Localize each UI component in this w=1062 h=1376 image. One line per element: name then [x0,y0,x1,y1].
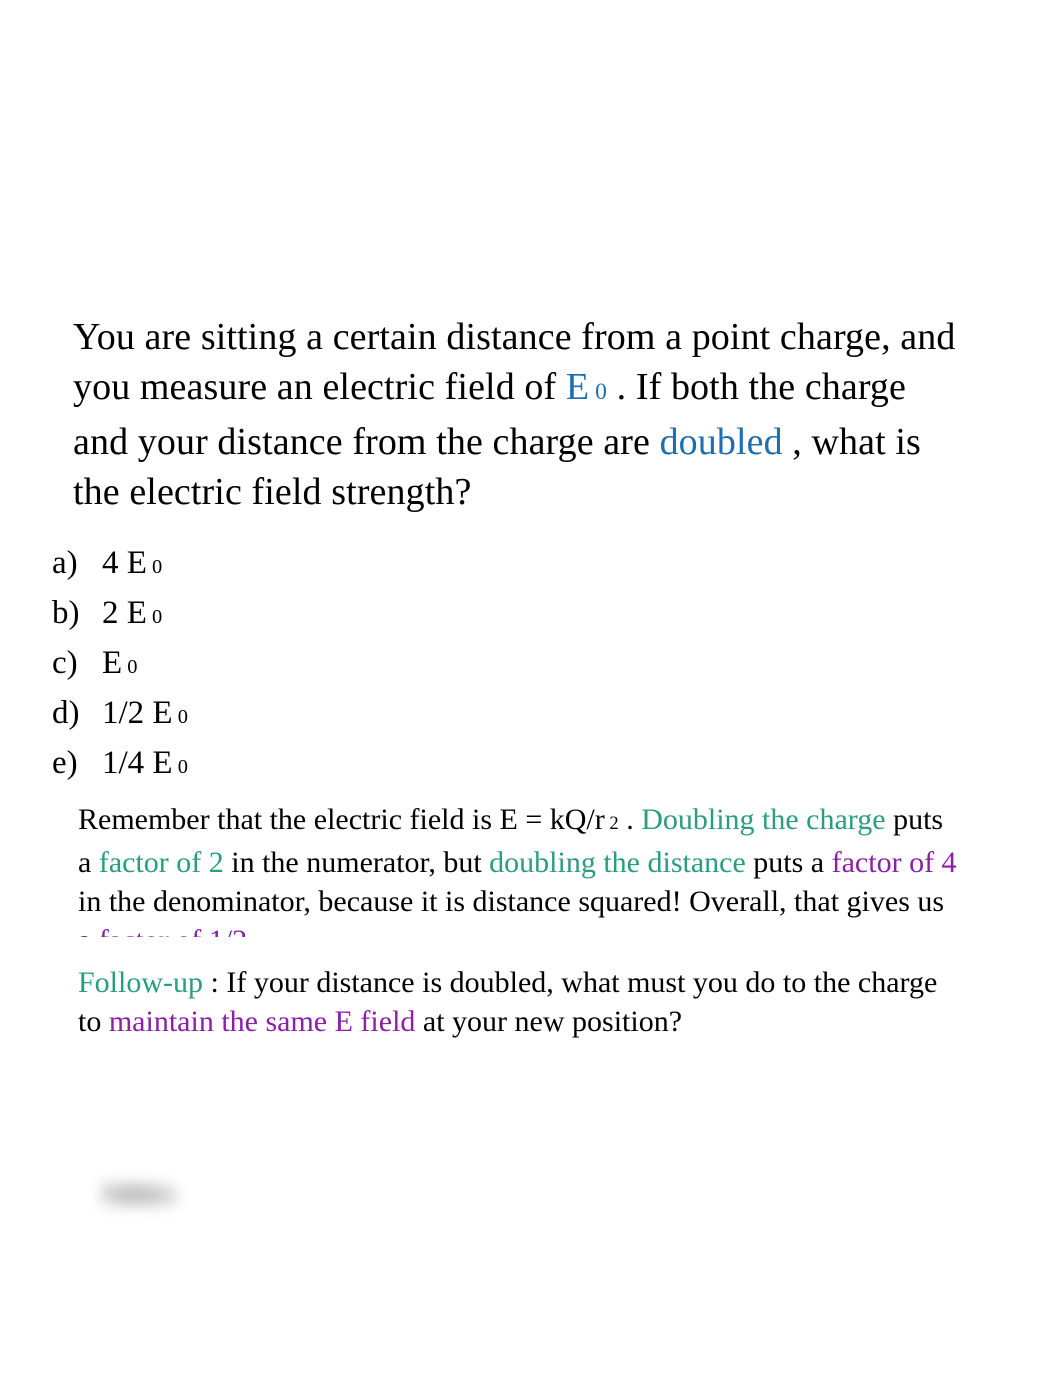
question-symbol-E-subscript: 0 [595,379,608,405]
option-e-label: 1/4 E 0 [102,745,188,781]
options-list: a) 4 E 0 b) 2 E 0 c) E 0 d) 1/2 E 0 e) 1… [52,538,952,788]
explanation-highlight-factor-2: factor of 2 [98,846,224,879]
followup-label: Follow-up [78,966,204,999]
explanation-part-2: . [618,803,642,836]
option-a[interactable]: a) 4 E 0 [52,538,952,588]
option-d[interactable]: d) 1/2 E 0 [52,688,952,738]
option-d-label: 1/2 E 0 [102,695,188,731]
followup-part-2: at your new position? [415,1005,683,1038]
option-b[interactable]: b) 2 E 0 [52,588,952,638]
option-e-marker: e) [52,745,78,781]
explanation-part-1: Remember that the electric field is E = … [78,803,605,836]
option-b-marker: b) [52,595,80,631]
explanation-part-5: puts a [745,846,832,879]
option-d-marker: d) [52,695,80,731]
explanation-formula-exponent: 2 [609,813,619,834]
explanation-highlight-factor-4: factor of 4 [831,846,957,879]
explanation-highlight-doubling-distance: doubling the distance [489,846,746,879]
option-c-marker: c) [52,645,78,681]
explanation-part-4: in the numerator, but [223,846,490,879]
explanation-highlight-doubling-charge: Doubling the charge [641,803,886,836]
followup-highlight-maintain: maintain the same E field [108,1005,416,1038]
blurred-artifact [100,1180,178,1210]
option-a-marker: a) [52,545,78,581]
option-a-label: 4 E 0 [102,545,163,581]
followup-text: Follow-up : If your distance is doubled,… [78,963,958,1041]
question-highlight-doubled: doubled [659,421,783,463]
option-c[interactable]: c) E 0 [52,638,952,688]
document-page: You are sitting a certain distance from … [0,0,1062,1376]
question-symbol-E: E [565,366,590,408]
option-b-label: 2 E 0 [102,595,163,631]
explanation-part-7: . [247,924,263,937]
explanation-text: Remember that the electric field is E = … [78,800,958,937]
question-text: You are sitting a certain distance from … [73,312,963,517]
option-e[interactable]: e) 1/4 E 0 [52,738,952,788]
option-c-label: E 0 [102,645,138,681]
explanation-highlight-factor-half: factor of 1/2 [99,924,247,937]
